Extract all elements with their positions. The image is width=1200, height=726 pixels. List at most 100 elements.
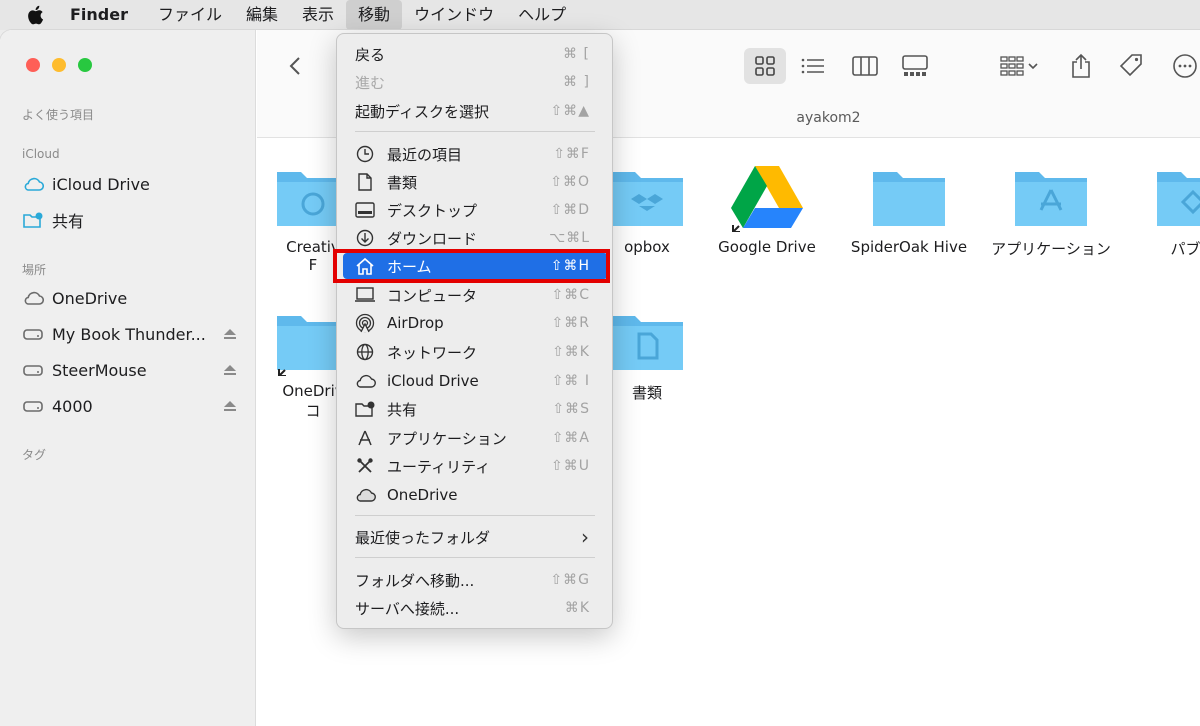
menu-item-shortcut: ⇧⌘R (551, 315, 590, 331)
tag-button[interactable] (1113, 48, 1149, 84)
column-view-button[interactable] (845, 48, 885, 84)
documents-folder-icon (611, 316, 683, 370)
ellipsis-circle-icon (1173, 54, 1197, 78)
folder-icon (873, 172, 945, 226)
drive-icon (23, 329, 43, 340)
menu-bar: Finder ファイル 編集 表示 移動 ウインドウ ヘルプ (0, 0, 1200, 30)
clock-icon (353, 143, 377, 165)
highlight-annotation-box (333, 249, 610, 283)
eject-icon[interactable] (224, 400, 242, 412)
menu-item-label: ユーティリティ (387, 457, 491, 476)
share-icon (1072, 53, 1090, 78)
menu-item-recent-folders[interactable]: 最近使ったフォルダ › (343, 524, 608, 550)
more-button[interactable] (1167, 48, 1200, 84)
menu-item-applications[interactable]: アプリケーション ⇧⌘A (343, 425, 608, 451)
menu-view[interactable]: 表示 (290, 0, 346, 30)
sidebar-item-4000[interactable]: 4000 (22, 392, 242, 420)
google-drive-icon (731, 166, 803, 232)
group-button[interactable] (993, 48, 1045, 84)
menu-item-shortcut: ⌘K (564, 600, 590, 616)
menu-item-network[interactable]: ネットワーク ⇧⌘K (343, 339, 608, 365)
menu-item-computer[interactable]: コンピュータ ⇧⌘C (343, 282, 608, 308)
file-item[interactable]: パブリ (1128, 162, 1200, 259)
list-icon (801, 58, 824, 74)
apple-menu[interactable] (0, 0, 70, 30)
menu-file[interactable]: ファイル (146, 0, 234, 30)
columns-icon (852, 56, 878, 76)
apple-logo-icon (28, 5, 44, 25)
menu-edit[interactable]: 編集 (234, 0, 290, 30)
menu-item-shortcut: ⇧⌘C (551, 287, 590, 303)
group-icon (1000, 56, 1038, 76)
menu-item-shortcut: ⇧⌘D (550, 202, 590, 218)
eject-icon[interactable] (224, 328, 242, 340)
menu-item-shortcut: ⇧⌘U (551, 458, 590, 474)
sidebar-item-onedrive[interactable]: OneDrive (22, 284, 242, 312)
back-button[interactable] (283, 52, 307, 80)
document-icon (353, 171, 377, 193)
file-item[interactable]: SpiderOak Hive (844, 162, 974, 256)
menu-item-shortcut: ⌥⌘L (549, 230, 590, 246)
sidebar-header-icloud: iCloud (22, 147, 60, 161)
close-button[interactable] (26, 58, 40, 72)
menu-item-icloud-drive[interactable]: iCloud Drive ⇧⌘ I (343, 368, 608, 394)
grid-icon (755, 56, 775, 76)
share-button[interactable] (1063, 48, 1099, 84)
menu-item-back[interactable]: 戻る ⌘ [ (343, 41, 608, 67)
menu-finder[interactable]: Finder (70, 0, 146, 30)
sidebar-item-shared[interactable]: 共有 (22, 206, 242, 234)
file-label: F (308, 256, 318, 274)
menu-item-shortcut: ⇧⌘▲ (550, 103, 590, 119)
file-item[interactable]: アプリケーション (986, 162, 1116, 259)
minimize-button[interactable] (52, 58, 66, 72)
menu-help[interactable]: ヘルプ (506, 0, 578, 30)
menu-item-label: アプリケーション (387, 429, 507, 448)
sidebar-item-icloud-drive[interactable]: iCloud Drive (22, 170, 242, 198)
cloud-icon (24, 177, 44, 191)
menu-item-label: 起動ディスクを選択 (355, 102, 489, 121)
menu-window[interactable]: ウインドウ (402, 0, 506, 30)
menu-item-label: 最近使ったフォルダ (355, 528, 491, 547)
menu-item-startup-disk[interactable]: 起動ディスクを選択 ⇧⌘▲ (343, 98, 608, 124)
menu-item-label: 進む (355, 73, 386, 92)
menu-item-shared[interactable]: 共有 ⇧⌘S (343, 396, 608, 422)
menu-item-recents[interactable]: 最近の項目 ⇧⌘F (343, 141, 608, 167)
cloud-icon (24, 291, 44, 305)
menu-item-shortcut: ⌘ ] (563, 74, 590, 90)
menu-item-connect-server[interactable]: サーバへ接続... ⌘K (343, 595, 608, 621)
download-icon (353, 227, 377, 249)
icon-view-button[interactable] (744, 48, 786, 84)
file-label: Google Drive (718, 238, 816, 256)
menu-item-forward: 進む ⌘ ] (343, 69, 608, 95)
menu-item-label: ネットワーク (387, 343, 478, 362)
menu-item-label: iCloud Drive (387, 372, 479, 390)
dropbox-folder-icon (611, 172, 683, 226)
menu-item-shortcut: ⇧⌘ I (551, 373, 590, 389)
menu-item-label: デスクトップ (387, 201, 478, 220)
menu-item-onedrive[interactable]: OneDrive (343, 482, 608, 508)
menu-item-airdrop[interactable]: AirDrop ⇧⌘R (343, 310, 608, 336)
gallery-view-button[interactable] (895, 48, 935, 84)
list-view-button[interactable] (793, 48, 833, 84)
file-label: SpiderOak Hive (850, 238, 968, 256)
file-label: Creativ (286, 238, 340, 256)
menu-item-go-to-folder[interactable]: フォルダへ移動... ⇧⌘G (343, 567, 608, 593)
menu-item-desktop[interactable]: デスクトップ ⇧⌘D (343, 197, 608, 223)
menu-item-shortcut: ⌘ [ (563, 46, 590, 62)
sidebar-item-steermouse[interactable]: SteerMouse (22, 356, 242, 384)
menu-item-documents[interactable]: 書類 ⇧⌘O (343, 169, 608, 195)
menu-item-label: 書類 (387, 173, 418, 192)
sidebar-item-label: SteerMouse (52, 360, 147, 380)
menu-separator (355, 557, 595, 558)
chevron-right-icon: › (581, 525, 590, 549)
menu-item-shortcut: ⇧⌘K (552, 344, 590, 360)
file-item[interactable]: Google Drive (702, 162, 832, 256)
eject-icon[interactable] (224, 364, 242, 376)
zoom-button[interactable] (78, 58, 92, 72)
sidebar-item-label: OneDrive (52, 288, 128, 308)
sidebar-item-mybook[interactable]: My Book Thunder... (22, 320, 242, 348)
menu-item-downloads[interactable]: ダウンロード ⌥⌘L (343, 225, 608, 251)
menu-separator (355, 131, 595, 132)
menu-item-utilities[interactable]: ユーティリティ ⇧⌘U (343, 453, 608, 479)
menu-go[interactable]: 移動 (346, 0, 403, 30)
